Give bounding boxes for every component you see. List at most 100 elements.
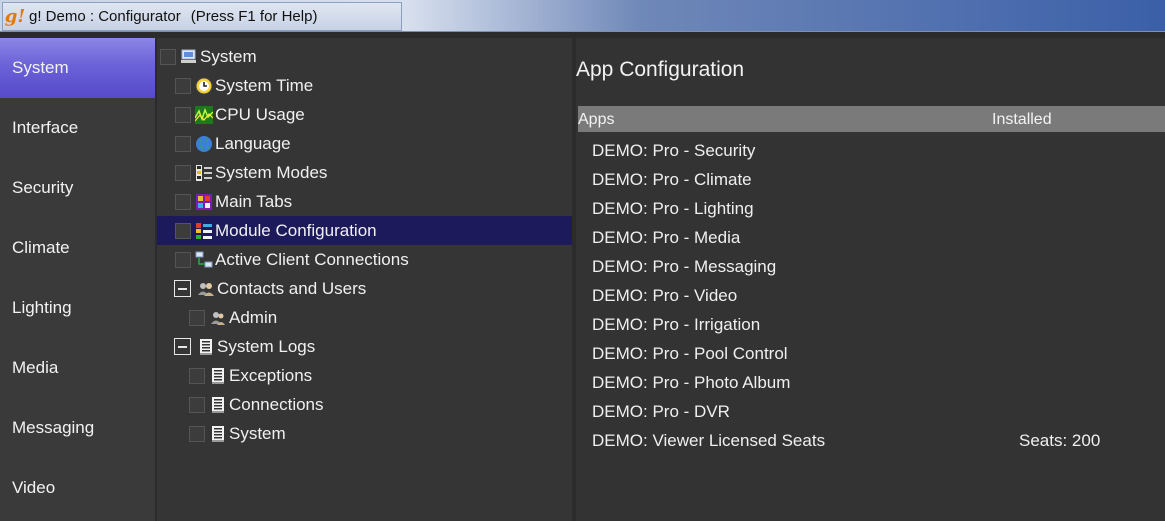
table-row[interactable]: DEMO: Pro - Irrigation (592, 312, 1152, 341)
tree-item-label: Module Configuration (215, 220, 377, 240)
nav-item-messaging[interactable]: Messaging (0, 398, 155, 458)
help-hint: (Press F1 for Help) (190, 8, 318, 25)
app-name: DEMO: Pro - Pool Control (592, 344, 788, 363)
tree-item-language[interactable]: Language (175, 129, 291, 158)
window-title-area: g! g! Demo : Configurator (Press F1 for H… (2, 2, 402, 31)
title-bar: g! g! Demo : Configurator (Press F1 for H… (0, 0, 1165, 32)
tree-item-contacts-and-users[interactable]: Contacts and Users (174, 274, 366, 303)
table-row[interactable]: DEMO: Pro - Security (592, 138, 1152, 167)
tree-item-connections[interactable]: Connections (189, 390, 324, 419)
cpu-graph-icon (195, 105, 213, 124)
tree-item-cpu-usage[interactable]: CPU Usage (175, 100, 305, 129)
tree-item-system[interactable]: System (160, 42, 257, 71)
app-installed: Seats: 200 (1019, 431, 1101, 450)
app-name: DEMO: Pro - DVR (592, 402, 730, 421)
app-name: DEMO: Pro - Media (592, 228, 741, 247)
tree-checkbox[interactable] (175, 193, 191, 210)
tree-item-label: CPU Usage (215, 104, 305, 124)
table-row[interactable]: DEMO: Pro - Messaging (592, 254, 1152, 283)
tree-checkbox[interactable] (160, 48, 176, 65)
nav-item-system[interactable]: System (0, 38, 155, 98)
window-title: g! Demo : Configurator (Press F1 for Help… (29, 8, 317, 25)
app-name: DEMO: Pro - Messaging (592, 257, 777, 276)
app-name: DEMO: Pro - Lighting (592, 199, 754, 218)
table-row[interactable]: DEMO: Viewer Licensed Seats Seats: 200 (592, 428, 1152, 457)
user-icon (209, 309, 227, 327)
users-icon (197, 280, 215, 298)
app-name: DEMO: Pro - Photo Album (592, 373, 791, 392)
app-name: DEMO: Pro - Irrigation (592, 315, 761, 334)
table-row[interactable]: DEMO: Pro - Lighting (592, 196, 1152, 225)
collapse-toggle-icon[interactable] (174, 338, 191, 355)
page-title: App Configuration (576, 58, 745, 81)
nav-item-lighting[interactable]: Lighting (0, 278, 155, 338)
tree-checkbox[interactable] (175, 251, 191, 268)
tree-checkbox[interactable] (189, 396, 205, 413)
nav-item-video[interactable]: Video (0, 458, 155, 518)
tree-item-exceptions[interactable]: Exceptions (189, 361, 312, 390)
table-header: Apps Installed (578, 106, 1165, 132)
tree-checkbox[interactable] (175, 222, 191, 239)
tree-checkbox[interactable] (189, 309, 205, 326)
nav-item-interface[interactable]: Interface (0, 98, 155, 158)
tree-checkbox[interactable] (175, 164, 191, 181)
config-tree: System System Time CPU Usage Language Sy… (157, 38, 572, 521)
app-name: DEMO: Pro - Climate (592, 170, 752, 189)
tree-item-main-tabs[interactable]: Main Tabs (175, 187, 292, 216)
tree-item-label: Exceptions (229, 365, 313, 385)
tree-item-system-modes[interactable]: System Modes (175, 158, 327, 187)
tree-checkbox[interactable] (175, 77, 191, 94)
clock-icon (195, 77, 213, 95)
tree-item-label: Main Tabs (215, 191, 293, 211)
app-configuration-panel: App Configuration Apps Installed DEMO: P… (576, 38, 1165, 521)
table-row[interactable]: DEMO: Pro - Climate (592, 167, 1152, 196)
table-row[interactable]: DEMO: Pro - Photo Album (592, 370, 1152, 399)
tree-item-active-client-connections[interactable]: Active Client Connections (175, 245, 409, 274)
modes-icon (195, 164, 213, 182)
nav-item-security[interactable]: Security (0, 158, 155, 218)
computer-icon (180, 48, 198, 66)
tree-item-label: Connections (229, 394, 324, 414)
tree-item-label: Language (215, 133, 291, 153)
table-row[interactable]: DEMO: Pro - Media (592, 225, 1152, 254)
globe-icon (195, 135, 213, 153)
tree-item-label: System (200, 46, 257, 66)
app-logo-icon: g! (4, 6, 26, 27)
log-icon (209, 425, 227, 443)
tree-item-module-configuration[interactable]: Module Configuration (157, 216, 572, 245)
network-icon (195, 251, 213, 269)
tree-item-label: Active Client Connections (215, 249, 409, 269)
tree-checkbox[interactable] (189, 367, 205, 384)
log-icon (197, 338, 215, 356)
tree-item-admin[interactable]: Admin (189, 303, 277, 332)
tree-item-system-time[interactable]: System Time (175, 71, 313, 100)
tree-checkbox[interactable] (175, 135, 191, 152)
tree-item-label: Contacts and Users (217, 278, 367, 298)
table-row[interactable]: DEMO: Pro - Video (592, 283, 1152, 312)
log-icon (209, 367, 227, 385)
tree-item-label: System Logs (217, 336, 316, 356)
sidebar-nav: System Interface Security Climate Lighti… (0, 38, 155, 521)
modules-icon (195, 222, 213, 240)
nav-item-climate[interactable]: Climate (0, 218, 155, 278)
window-title-text: g! Demo : Configurator (29, 8, 181, 25)
collapse-toggle-icon[interactable] (174, 280, 191, 297)
tree-checkbox[interactable] (189, 425, 205, 442)
tree-item-system-log[interactable]: System (189, 419, 286, 448)
tree-item-label: Admin (229, 307, 278, 327)
nav-item-media[interactable]: Media (0, 338, 155, 398)
log-icon (209, 396, 227, 414)
table-row[interactable]: DEMO: Pro - DVR (592, 399, 1152, 428)
column-header-installed[interactable]: Installed (992, 111, 1052, 129)
tree-item-label: System (229, 423, 286, 443)
tree-item-label: System Time (215, 75, 314, 95)
tree-checkbox[interactable] (175, 106, 191, 123)
tabs-icon (195, 193, 213, 211)
tree-item-label: System Modes (215, 162, 328, 182)
app-name: DEMO: Viewer Licensed Seats (592, 431, 826, 450)
app-name: DEMO: Pro - Security (592, 141, 756, 160)
table-row[interactable]: DEMO: Pro - Pool Control (592, 341, 1152, 370)
tree-item-system-logs[interactable]: System Logs (174, 332, 315, 361)
column-header-apps[interactable]: Apps (578, 111, 614, 129)
app-name: DEMO: Pro - Video (592, 286, 738, 305)
